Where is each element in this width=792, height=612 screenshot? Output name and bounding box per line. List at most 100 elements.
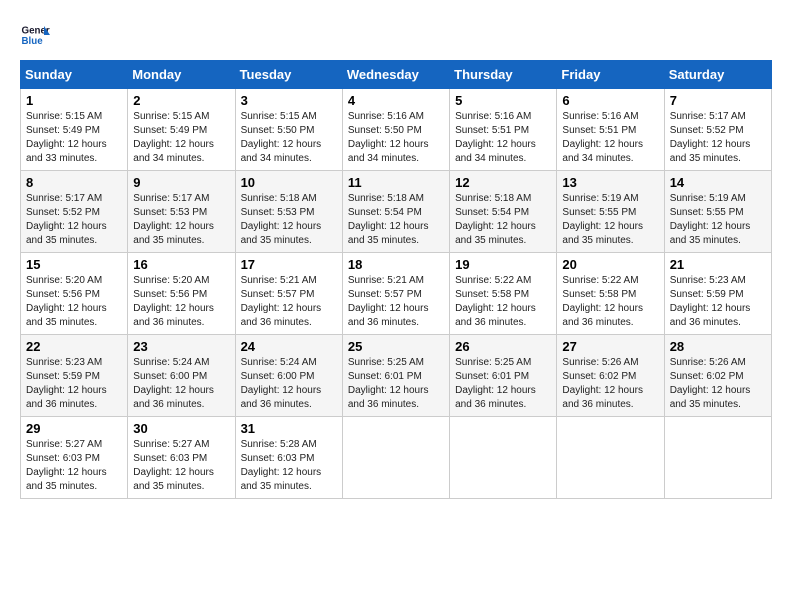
calendar-week-5: 29 Sunrise: 5:27 AMSunset: 6:03 PMDayligh… xyxy=(21,417,772,499)
day-number: 16 xyxy=(133,257,229,272)
day-number: 13 xyxy=(562,175,658,190)
weekday-header-thursday: Thursday xyxy=(450,61,557,89)
day-number: 18 xyxy=(348,257,444,272)
day-number: 25 xyxy=(348,339,444,354)
calendar-week-2: 8 Sunrise: 5:17 AMSunset: 5:52 PMDaylight… xyxy=(21,171,772,253)
day-info: Sunrise: 5:25 AMSunset: 6:01 PMDaylight:… xyxy=(348,356,444,412)
day-number: 14 xyxy=(670,175,766,190)
weekday-header-sunday: Sunday xyxy=(21,61,128,89)
calendar-cell: 15 Sunrise: 5:20 AMSunset: 5:56 PMDayligh… xyxy=(21,253,128,335)
calendar-cell: 2 Sunrise: 5:15 AMSunset: 5:49 PMDaylight… xyxy=(128,89,235,171)
calendar-week-1: 1Sunrise: 5:15 AMSunset: 5:49 PMDaylight… xyxy=(21,89,772,171)
day-number: 15 xyxy=(26,257,122,272)
day-number: 3 xyxy=(241,93,337,108)
calendar-cell: 30 Sunrise: 5:27 AMSunset: 6:03 PMDayligh… xyxy=(128,417,235,499)
day-info: Sunrise: 5:21 AMSunset: 5:57 PMDaylight:… xyxy=(241,274,337,330)
day-number: 27 xyxy=(562,339,658,354)
day-info: Sunrise: 5:17 AMSunset: 5:53 PMDaylight:… xyxy=(133,192,229,248)
logo-icon: General Blue xyxy=(20,20,50,50)
day-info: Sunrise: 5:20 AMSunset: 5:56 PMDaylight:… xyxy=(26,274,122,330)
day-info: Sunrise: 5:26 AMSunset: 6:02 PMDaylight:… xyxy=(670,356,766,412)
calendar-cell: 6Sunrise: 5:16 AMSunset: 5:51 PMDaylight… xyxy=(557,89,664,171)
page-header: General Blue xyxy=(20,20,772,50)
day-number: 8 xyxy=(26,175,122,190)
day-info: Sunrise: 5:27 AMSunset: 6:03 PMDaylight:… xyxy=(26,438,122,494)
calendar-cell: 20 Sunrise: 5:22 AMSunset: 5:58 PMDayligh… xyxy=(557,253,664,335)
calendar-cell: 14 Sunrise: 5:19 AMSunset: 5:55 PMDayligh… xyxy=(664,171,771,253)
day-info: Sunrise: 5:18 AMSunset: 5:54 PMDaylight:… xyxy=(455,192,551,248)
day-number: 5 xyxy=(455,93,551,108)
day-info: Sunrise: 5:27 AMSunset: 6:03 PMDaylight:… xyxy=(133,438,229,494)
calendar-cell: 11 Sunrise: 5:18 AMSunset: 5:54 PMDayligh… xyxy=(342,171,449,253)
day-number: 23 xyxy=(133,339,229,354)
day-number: 26 xyxy=(455,339,551,354)
day-info: Sunrise: 5:28 AMSunset: 6:03 PMDaylight:… xyxy=(241,438,337,494)
calendar-cell: 8 Sunrise: 5:17 AMSunset: 5:52 PMDaylight… xyxy=(21,171,128,253)
day-info: Sunrise: 5:21 AMSunset: 5:57 PMDaylight:… xyxy=(348,274,444,330)
calendar-cell xyxy=(664,417,771,499)
day-number: 28 xyxy=(670,339,766,354)
day-info: Sunrise: 5:23 AMSunset: 5:59 PMDaylight:… xyxy=(670,274,766,330)
day-number: 11 xyxy=(348,175,444,190)
day-info: Sunrise: 5:24 AMSunset: 6:00 PMDaylight:… xyxy=(241,356,337,412)
day-number: 19 xyxy=(455,257,551,272)
day-number: 20 xyxy=(562,257,658,272)
day-number: 2 xyxy=(133,93,229,108)
day-number: 31 xyxy=(241,421,337,436)
weekday-header-tuesday: Tuesday xyxy=(235,61,342,89)
calendar-cell: 9 Sunrise: 5:17 AMSunset: 5:53 PMDaylight… xyxy=(128,171,235,253)
calendar-cell: 3 Sunrise: 5:15 AMSunset: 5:50 PMDaylight… xyxy=(235,89,342,171)
day-number: 29 xyxy=(26,421,122,436)
logo: General Blue xyxy=(20,20,50,50)
calendar-cell: 24Sunrise: 5:24 AMSunset: 6:00 PMDayligh… xyxy=(235,335,342,417)
day-info: Sunrise: 5:22 AMSunset: 5:58 PMDaylight:… xyxy=(562,274,658,330)
day-info: Sunrise: 5:15 AMSunset: 5:49 PMDaylight:… xyxy=(133,110,229,166)
day-number: 30 xyxy=(133,421,229,436)
day-info: Sunrise: 5:18 AMSunset: 5:54 PMDaylight:… xyxy=(348,192,444,248)
day-number: 9 xyxy=(133,175,229,190)
day-info: Sunrise: 5:17 AMSunset: 5:52 PMDaylight:… xyxy=(26,192,122,248)
calendar-cell xyxy=(342,417,449,499)
calendar-cell: 23 Sunrise: 5:24 AMSunset: 6:00 PMDayligh… xyxy=(128,335,235,417)
day-info: Sunrise: 5:17 AMSunset: 5:52 PMDaylight:… xyxy=(670,110,766,166)
day-number: 6 xyxy=(562,93,658,108)
day-info: Sunrise: 5:15 AMSunset: 5:49 PMDaylight:… xyxy=(26,110,122,166)
calendar-cell: 1Sunrise: 5:15 AMSunset: 5:49 PMDaylight… xyxy=(21,89,128,171)
calendar-cell: 7Sunrise: 5:17 AMSunset: 5:52 PMDaylight… xyxy=(664,89,771,171)
day-info: Sunrise: 5:24 AMSunset: 6:00 PMDaylight:… xyxy=(133,356,229,412)
calendar-cell: 19 Sunrise: 5:22 AMSunset: 5:58 PMDayligh… xyxy=(450,253,557,335)
weekday-header-saturday: Saturday xyxy=(664,61,771,89)
day-info: Sunrise: 5:23 AMSunset: 5:59 PMDaylight:… xyxy=(26,356,122,412)
day-info: Sunrise: 5:20 AMSunset: 5:56 PMDaylight:… xyxy=(133,274,229,330)
day-info: Sunrise: 5:26 AMSunset: 6:02 PMDaylight:… xyxy=(562,356,658,412)
day-info: Sunrise: 5:18 AMSunset: 5:53 PMDaylight:… xyxy=(241,192,337,248)
calendar-cell: 22 Sunrise: 5:23 AMSunset: 5:59 PMDayligh… xyxy=(21,335,128,417)
day-number: 17 xyxy=(241,257,337,272)
calendar-cell: 31 Sunrise: 5:28 AMSunset: 6:03 PMDayligh… xyxy=(235,417,342,499)
day-number: 22 xyxy=(26,339,122,354)
svg-text:Blue: Blue xyxy=(22,36,44,47)
calendar-cell: 18 Sunrise: 5:21 AMSunset: 5:57 PMDayligh… xyxy=(342,253,449,335)
calendar-cell: 26 Sunrise: 5:25 AMSunset: 6:01 PMDayligh… xyxy=(450,335,557,417)
calendar-cell: 25 Sunrise: 5:25 AMSunset: 6:01 PMDayligh… xyxy=(342,335,449,417)
weekday-header-wednesday: Wednesday xyxy=(342,61,449,89)
calendar-table: SundayMondayTuesdayWednesdayThursdayFrid… xyxy=(20,60,772,499)
calendar-cell: 10 Sunrise: 5:18 AMSunset: 5:53 PMDayligh… xyxy=(235,171,342,253)
day-info: Sunrise: 5:19 AMSunset: 5:55 PMDaylight:… xyxy=(562,192,658,248)
calendar-body: 1Sunrise: 5:15 AMSunset: 5:49 PMDaylight… xyxy=(21,89,772,499)
calendar-cell: 13 Sunrise: 5:19 AMSunset: 5:55 PMDayligh… xyxy=(557,171,664,253)
calendar-cell xyxy=(450,417,557,499)
calendar-cell: 12 Sunrise: 5:18 AMSunset: 5:54 PMDayligh… xyxy=(450,171,557,253)
day-number: 21 xyxy=(670,257,766,272)
weekday-header-friday: Friday xyxy=(557,61,664,89)
day-number: 12 xyxy=(455,175,551,190)
calendar-cell xyxy=(557,417,664,499)
calendar-cell: 21 Sunrise: 5:23 AMSunset: 5:59 PMDayligh… xyxy=(664,253,771,335)
day-info: Sunrise: 5:22 AMSunset: 5:58 PMDaylight:… xyxy=(455,274,551,330)
day-info: Sunrise: 5:25 AMSunset: 6:01 PMDaylight:… xyxy=(455,356,551,412)
day-number: 10 xyxy=(241,175,337,190)
day-info: Sunrise: 5:15 AMSunset: 5:50 PMDaylight:… xyxy=(241,110,337,166)
day-info: Sunrise: 5:19 AMSunset: 5:55 PMDaylight:… xyxy=(670,192,766,248)
calendar-cell: 16 Sunrise: 5:20 AMSunset: 5:56 PMDayligh… xyxy=(128,253,235,335)
calendar-cell: 17 Sunrise: 5:21 AMSunset: 5:57 PMDayligh… xyxy=(235,253,342,335)
